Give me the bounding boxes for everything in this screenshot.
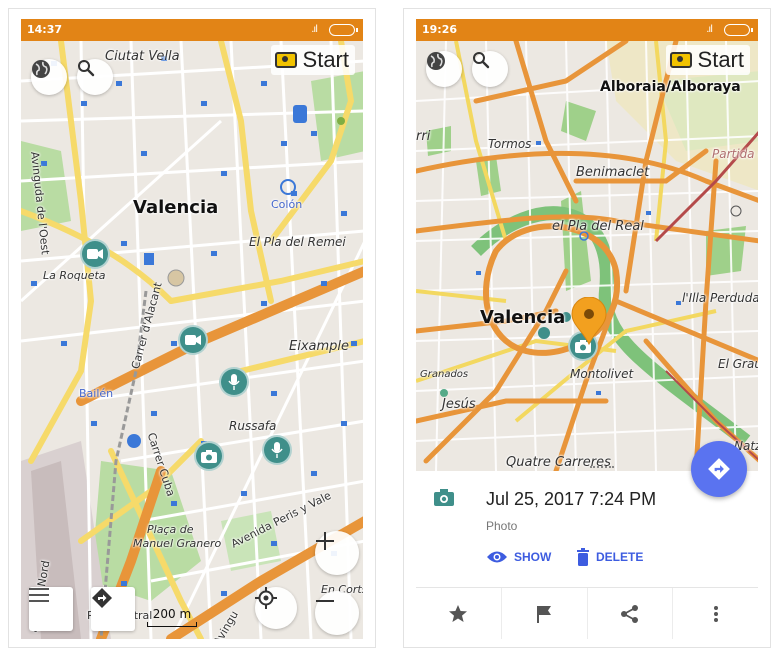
map-label-placa-line1: Plaça de	[147, 523, 194, 536]
note-date: Jul 25, 2017 7:24 PM	[486, 489, 657, 509]
scale-line	[147, 622, 197, 627]
start-recording-button[interactable]: Start	[270, 45, 355, 75]
video-icon	[87, 249, 103, 259]
menu-icon	[29, 588, 49, 602]
photo-note-marker[interactable]	[194, 441, 224, 471]
zoom-in-button[interactable]	[315, 531, 359, 575]
flag-button[interactable]	[502, 588, 588, 639]
more-button[interactable]	[673, 588, 758, 639]
search-button[interactable]	[77, 59, 113, 95]
map-label-placa-line2: Manuel Granero	[133, 537, 222, 550]
share-icon	[620, 604, 638, 623]
show-button[interactable]: SHOW	[486, 547, 551, 567]
map-label-bailen: Bailén	[79, 387, 114, 400]
map-label-colon: Colón	[271, 198, 303, 211]
mic-icon	[271, 442, 283, 458]
photo-type-icon-wrap	[434, 489, 454, 511]
map-label-ciutat-vella: Ciutat Vella	[105, 49, 180, 64]
zoom-out-button[interactable]	[315, 591, 359, 635]
battery-icon	[724, 24, 753, 36]
my-location-button[interactable]	[255, 587, 297, 629]
scale-label: 200 m	[152, 607, 192, 621]
map-style-button[interactable]	[426, 51, 462, 87]
directions-icon	[708, 458, 730, 480]
map-label-valencia: Valencia	[480, 307, 566, 328]
sheet-drag-handle[interactable]	[590, 466, 614, 469]
menu-button[interactable]	[29, 587, 73, 631]
flag-icon	[537, 605, 552, 623]
map-label-russafa: Russafa	[229, 419, 277, 433]
photo-icon	[201, 449, 217, 463]
map-view[interactable]: Alboraia/Alboraya Tormos Benimaclet el P…	[416, 41, 758, 471]
map-label-partida: Partida de	[712, 147, 758, 161]
note-type: Photo	[486, 519, 518, 533]
camera-icon	[669, 52, 692, 68]
battery-icon	[329, 24, 358, 36]
search-button[interactable]	[472, 51, 508, 87]
eye-icon	[487, 551, 507, 563]
globe-icon	[32, 60, 50, 78]
directions-button[interactable]	[91, 587, 135, 631]
selection-pin-icon	[571, 297, 607, 345]
camera-icon	[274, 52, 297, 68]
star-icon	[449, 604, 468, 622]
status-time: 14:37	[27, 23, 63, 36]
note-detail-sheet: Jul 25, 2017 7:24 PM Photo SHOW DELETE	[416, 471, 758, 639]
map-label-granados: Granados	[420, 369, 469, 380]
video-note-marker[interactable]	[178, 325, 208, 355]
map-view[interactable]: Ciutat Vella Valencia Avinguda de l'Oest…	[21, 41, 363, 639]
video-icon	[185, 335, 201, 345]
status-time: 19:26	[422, 23, 458, 36]
map-label-la-roqueta: La Roqueta	[43, 269, 106, 282]
map-label-jesus: Jesús	[442, 397, 476, 412]
crosshair-icon	[255, 587, 277, 609]
map-label-rri: rri	[416, 129, 431, 144]
share-button[interactable]	[588, 588, 674, 639]
status-bar: 14:37 .ıl	[21, 19, 363, 41]
map-label-lilla-perduda: l'Illa Perduda	[682, 291, 758, 305]
delete-label: DELETE	[596, 550, 644, 564]
start-label: Start	[697, 47, 744, 72]
delete-button[interactable]: DELETE	[576, 547, 643, 567]
map-label-el-pla-del-real: el Pla del Real	[552, 219, 644, 234]
signal-icon: .ıl	[706, 24, 713, 35]
globe-icon	[427, 52, 445, 70]
signal-icon: .ıl	[311, 24, 318, 35]
more-icon	[713, 605, 718, 622]
map-label-el-grau: El Grau	[718, 357, 758, 371]
camera-icon	[434, 489, 454, 506]
navigate-fab[interactable]	[691, 441, 747, 497]
video-note-marker[interactable]	[80, 239, 110, 269]
map-label-eixample: Eixample	[289, 339, 350, 354]
phone-frame-right: 19:26 .ıl Alboraia/Alboraya Tormos Benim…	[403, 8, 771, 648]
start-label: Start	[302, 47, 349, 72]
map-label-el-pla-del-remei: El Pla del Remei	[249, 235, 346, 249]
map-label-valencia: Valencia	[133, 197, 219, 218]
status-bar: 19:26 .ıl	[416, 19, 758, 41]
minus-icon	[316, 600, 334, 602]
start-recording-button[interactable]: Start	[665, 45, 750, 75]
trash-icon	[577, 548, 589, 566]
phone-frame-left: 14:37 .ıl Ciutat Vella Valencia Avinguda…	[8, 8, 376, 648]
map-label-benimaclet: Benimaclet	[576, 165, 650, 180]
plus-icon	[316, 532, 334, 550]
audio-note-marker[interactable]	[262, 435, 292, 465]
show-label: SHOW	[514, 550, 552, 564]
mic-icon	[228, 374, 240, 390]
map-scale: 200 m	[147, 607, 197, 627]
directions-icon	[92, 588, 112, 608]
map-style-button[interactable]	[31, 59, 67, 95]
map-label-tormos: Tormos	[488, 137, 532, 151]
search-icon	[78, 60, 95, 77]
search-icon	[473, 52, 490, 69]
audio-note-marker[interactable]	[219, 367, 249, 397]
map-label-montolivet: Montolivet	[570, 367, 634, 381]
action-bar	[416, 587, 758, 639]
map-label-alboraia: Alboraia/Alboraya	[600, 79, 741, 95]
favorite-button[interactable]	[416, 588, 502, 639]
